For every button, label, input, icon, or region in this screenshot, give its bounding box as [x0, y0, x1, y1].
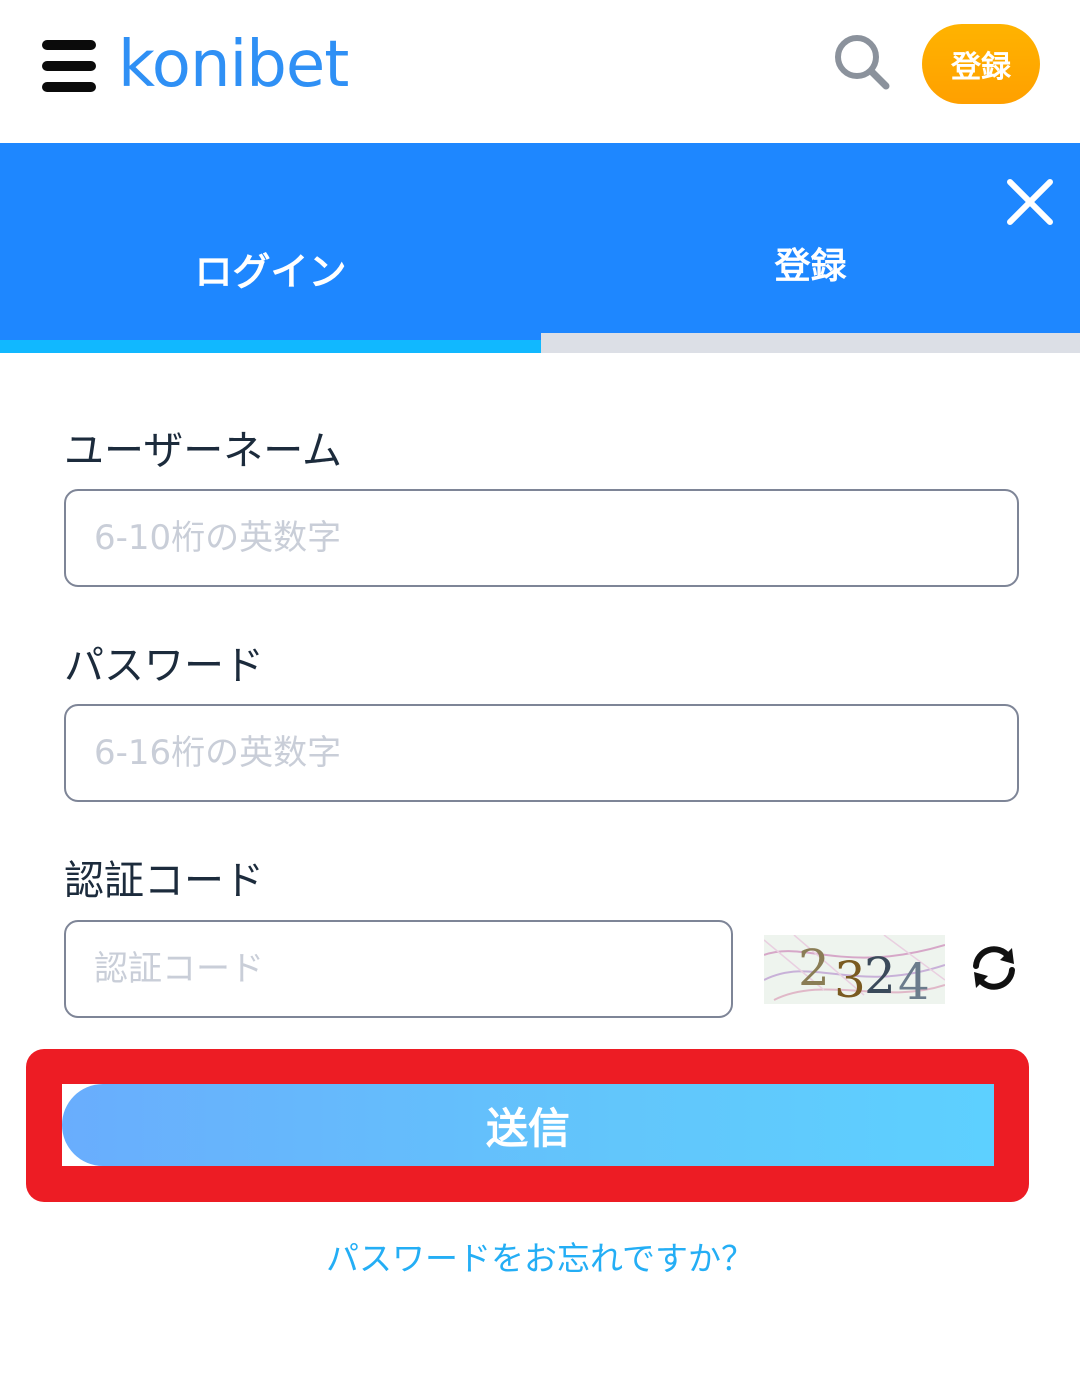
username-label: ユーザーネーム [64, 428, 342, 474]
username-input[interactable] [66, 491, 1017, 585]
username-field-box [64, 489, 1019, 587]
captcha-label: 認証コード [64, 858, 264, 904]
refresh-icon[interactable] [968, 942, 1020, 994]
tab-inactive-indicator [541, 333, 1080, 353]
header-register-button[interactable]: 登録 [922, 24, 1040, 104]
captcha-input[interactable] [66, 922, 731, 1016]
close-icon[interactable] [1004, 176, 1056, 228]
auth-tabs: ログイン 登録 [0, 143, 1080, 353]
password-label: パスワード [64, 643, 264, 689]
captcha-char: 2 [864, 947, 896, 1004]
captcha-image[interactable]: 2 3 2 4 [763, 934, 946, 1011]
captcha-char: 2 [798, 939, 830, 997]
tab-active-indicator [0, 340, 541, 353]
tab-login[interactable]: ログイン [0, 143, 541, 333]
captcha-char: 3 [834, 951, 866, 1004]
top-header: konibet 登録 [0, 0, 1080, 143]
captcha-field-box [64, 920, 733, 1018]
logo-text: konibet [118, 28, 349, 102]
password-input[interactable] [66, 706, 1017, 800]
password-field-box [64, 704, 1019, 802]
hamburger-menu-icon[interactable] [42, 40, 96, 92]
hamburger-bar [42, 61, 96, 71]
forgot-password-link[interactable]: パスワードをお忘れですか？ [0, 1232, 1080, 1280]
search-icon[interactable] [832, 32, 892, 92]
submit-button[interactable]: 送信 [62, 1084, 994, 1166]
site-logo[interactable]: konibet [118, 28, 349, 102]
tab-register[interactable]: 登録 [541, 143, 1080, 333]
hamburger-bar [42, 82, 96, 92]
hamburger-bar [42, 40, 96, 50]
captcha-char: 4 [898, 953, 930, 1004]
